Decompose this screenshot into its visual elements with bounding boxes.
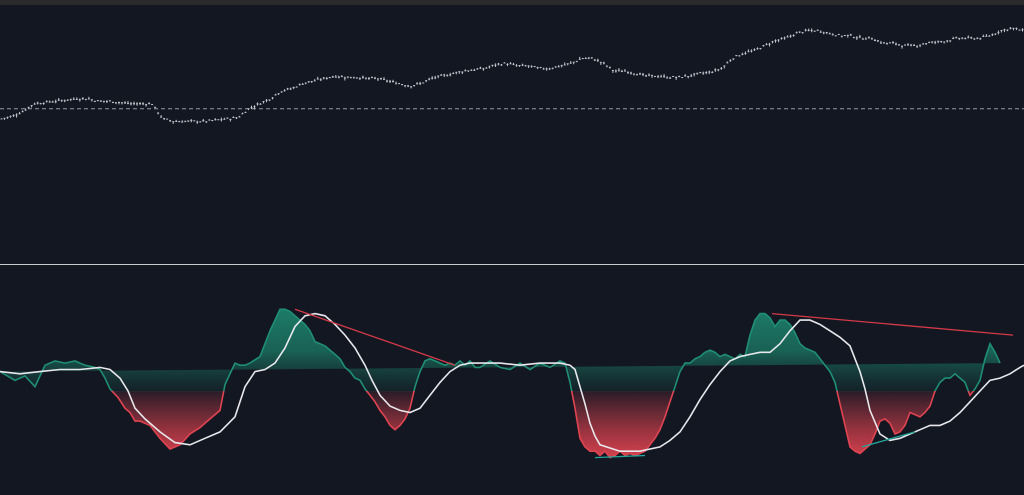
- price-pane: [0, 27, 1024, 124]
- bullish-divergence-line: [594, 454, 646, 459]
- bearish-divergence-line: [771, 312, 1014, 336]
- chart-canvas[interactable]: [0, 0, 1024, 495]
- oscillator-pane: [0, 308, 1024, 459]
- candlestick-series: [0, 27, 1024, 124]
